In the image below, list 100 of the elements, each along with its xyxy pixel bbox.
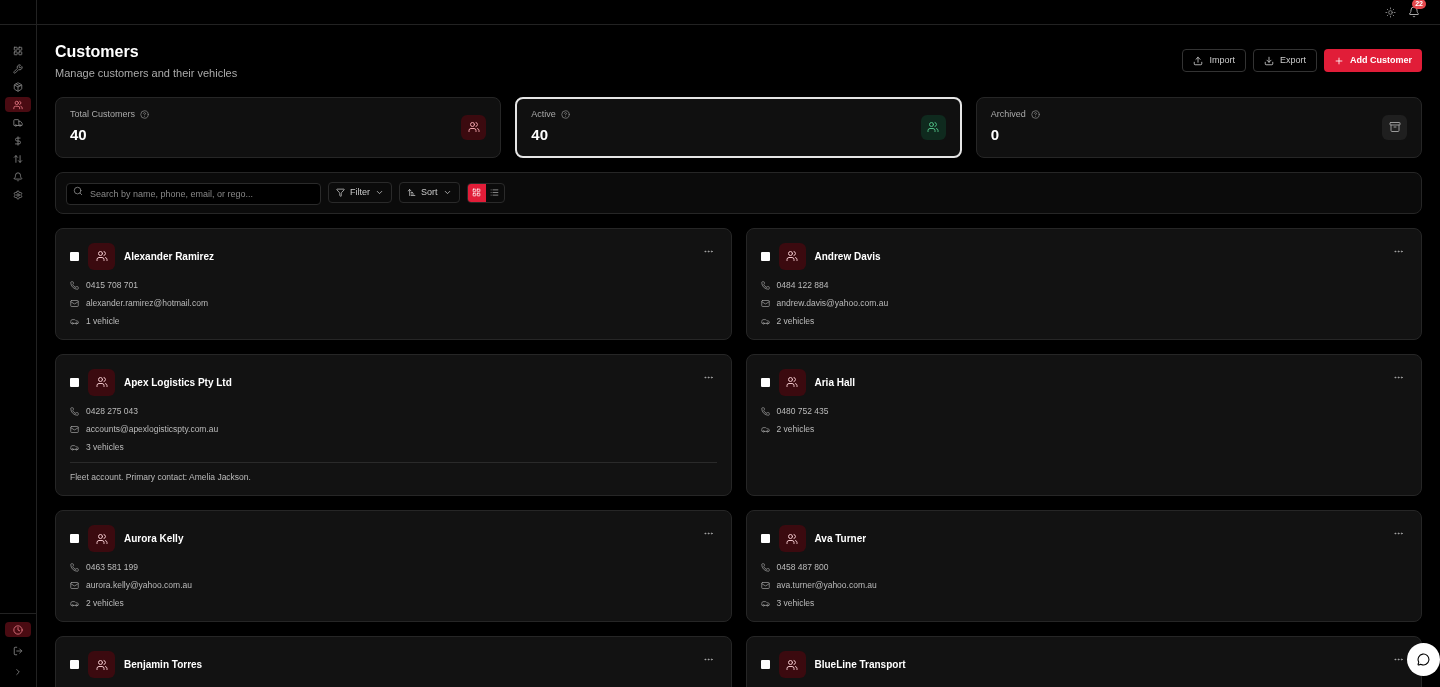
customer-card[interactable]: BlueLine Transport bbox=[745, 636, 1422, 687]
dollar-icon bbox=[13, 135, 23, 146]
help-icon bbox=[140, 109, 150, 119]
customer-detail: 0480 752 435 bbox=[776, 405, 829, 417]
checkbox[interactable] bbox=[70, 251, 79, 261]
theme-icon[interactable] bbox=[1385, 6, 1396, 18]
avatar-icon bbox=[88, 242, 115, 270]
customer-card[interactable]: Alexander Ramirez 0415 708 701 alexander.ramirez@hotmail.com 1 vehicle bbox=[55, 227, 732, 340]
avatar-icon bbox=[778, 525, 806, 553]
customer-detail: accounts@apexlogisticspty.com.au bbox=[86, 423, 219, 435]
page-title: Customers bbox=[55, 43, 140, 61]
checkbox[interactable] bbox=[760, 377, 770, 387]
sort-button[interactable]: Sort bbox=[399, 182, 460, 203]
customer-name: Ava Turner bbox=[814, 532, 867, 547]
chevron-icon bbox=[13, 666, 23, 677]
customer-detail: 0463 581 199 bbox=[86, 562, 138, 574]
header-button[interactable]: Export bbox=[1252, 49, 1317, 72]
filter-button[interactable]: Filter bbox=[328, 182, 392, 203]
checkbox[interactable] bbox=[70, 660, 79, 670]
customer-card[interactable]: Andrew Davis 0484 122 884 andrew.davis@yahoo.com.au 2 vehicles bbox=[745, 227, 1422, 340]
customer-name: Benjamin Torres bbox=[124, 658, 203, 673]
mail-icon bbox=[760, 298, 770, 308]
avatar-icon bbox=[778, 242, 806, 270]
mail-icon bbox=[760, 581, 770, 591]
header-button[interactable]: Import bbox=[1182, 49, 1246, 72]
checkbox[interactable] bbox=[760, 660, 770, 670]
checkbox[interactable] bbox=[760, 251, 770, 261]
customer-detail: 3 vehicles bbox=[86, 441, 124, 453]
stat-value: 40 bbox=[531, 125, 549, 145]
customer-name: BlueLine Transport bbox=[814, 658, 906, 673]
help-icon bbox=[560, 109, 570, 119]
truck-icon bbox=[13, 117, 23, 128]
header-button[interactable]: Add Customer bbox=[1324, 49, 1422, 72]
download-icon bbox=[1263, 55, 1274, 66]
stat-icon bbox=[920, 114, 946, 140]
phone-icon bbox=[70, 406, 79, 416]
customer-name: Aurora Kelly bbox=[124, 532, 184, 547]
stat-card[interactable]: Archived 0 bbox=[975, 96, 1422, 158]
notifications-icon[interactable] bbox=[1408, 6, 1420, 18]
grid-icon bbox=[472, 188, 481, 197]
arrows-icon bbox=[13, 153, 23, 164]
customer-detail: andrew.davis@yahoo.com.au bbox=[776, 297, 889, 309]
view-toggle[interactable] bbox=[467, 183, 486, 202]
customer-detail: 0428 275 043 bbox=[86, 405, 138, 417]
help-icon bbox=[1030, 109, 1040, 119]
customer-detail: 2 vehicles bbox=[776, 315, 815, 327]
stat-value: 40 bbox=[70, 125, 88, 145]
avatar-icon bbox=[778, 368, 806, 396]
customer-detail: 0484 122 884 bbox=[776, 279, 829, 291]
checkbox[interactable] bbox=[70, 377, 79, 387]
mail-icon bbox=[70, 298, 79, 308]
settings-icon bbox=[13, 189, 23, 200]
stat-card[interactable]: Active 40 bbox=[515, 96, 962, 158]
car-icon bbox=[760, 424, 770, 434]
car-icon bbox=[760, 316, 770, 326]
search-icon bbox=[73, 186, 83, 196]
customer-detail: 0458 487 800 bbox=[776, 562, 829, 574]
phone-icon bbox=[760, 280, 770, 290]
sidebar-item[interactable] bbox=[5, 622, 31, 637]
checkbox[interactable] bbox=[70, 534, 79, 544]
customer-card[interactable]: Benjamin Torres bbox=[55, 636, 732, 687]
phone-icon bbox=[70, 280, 79, 290]
customer-name: Alexander Ramirez bbox=[124, 249, 215, 264]
stat-value: 0 bbox=[990, 125, 1000, 145]
stat-label: Active bbox=[531, 107, 556, 121]
mail-icon bbox=[70, 424, 79, 434]
stat-icon bbox=[461, 114, 487, 140]
phone-icon bbox=[760, 563, 770, 573]
customer-card[interactable]: Apex Logistics Pty Ltd 0428 275 043 accounts@apexlogisticspty.com.au 3 vehicles Fleet account. Primary contact: Amelia Jackson. bbox=[55, 353, 732, 497]
filter-icon bbox=[336, 188, 345, 197]
caret-icon bbox=[375, 188, 384, 197]
wrench-icon bbox=[13, 63, 23, 74]
clock-icon bbox=[13, 624, 23, 635]
upload-icon bbox=[1193, 55, 1204, 66]
sidebar-item[interactable] bbox=[5, 97, 31, 112]
customer-note: Fleet account. Primary contact: Amelia Jackson. bbox=[70, 470, 252, 484]
car-icon bbox=[70, 599, 79, 609]
customer-detail: 0415 708 701 bbox=[86, 279, 138, 291]
car-icon bbox=[70, 442, 79, 452]
customer-card[interactable]: Aria Hall 0480 752 435 2 vehicles bbox=[745, 353, 1422, 497]
avatar-icon bbox=[88, 525, 115, 553]
stat-label: Archived bbox=[990, 107, 1026, 121]
checkbox[interactable] bbox=[760, 534, 770, 544]
dashboard-icon bbox=[13, 45, 23, 56]
customer-detail: 2 vehicles bbox=[86, 598, 124, 610]
chat-icon bbox=[1417, 653, 1430, 666]
stat-card[interactable]: Total Customers 40 bbox=[55, 96, 502, 158]
caret-icon bbox=[442, 188, 452, 197]
customer-detail: aurora.kelly@yahoo.com.au bbox=[86, 580, 192, 592]
customer-card[interactable]: Aurora Kelly 0463 581 199 aurora.kelly@yahoo.com.au 2 vehicles bbox=[55, 510, 732, 623]
customer-name: Andrew Davis bbox=[814, 249, 881, 264]
car-icon bbox=[760, 599, 770, 609]
search-field[interactable]: Search by name, phone, email, or rego... bbox=[66, 183, 321, 205]
customer-detail: 1 vehicle bbox=[86, 315, 120, 327]
customer-card[interactable]: Ava Turner 0458 487 800 ava.turner@yahoo.com.au 3 vehicles bbox=[745, 510, 1422, 623]
phone-icon bbox=[70, 563, 79, 573]
car-icon bbox=[70, 316, 79, 326]
customer-name: Apex Logistics Pty Ltd bbox=[124, 375, 232, 390]
customer-detail: 3 vehicles bbox=[776, 598, 815, 610]
stat-icon bbox=[1382, 114, 1407, 140]
